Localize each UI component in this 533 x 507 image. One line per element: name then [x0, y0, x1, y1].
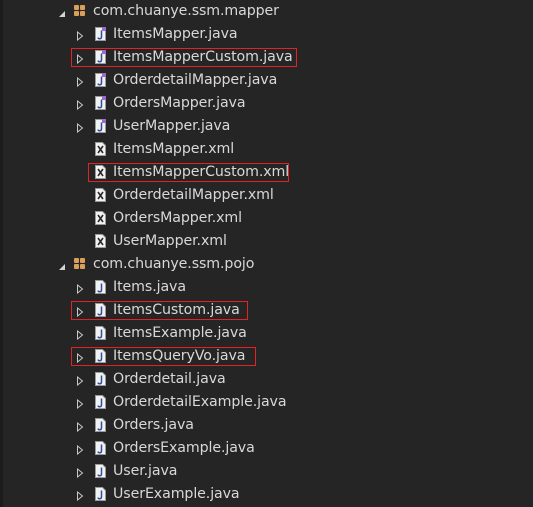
file-label: UserMapper.xml	[113, 233, 227, 249]
package-label: com.chuanye.ssm.pojo	[93, 256, 255, 272]
java-file-icon	[95, 349, 106, 363]
java-interface-file-icon	[95, 96, 106, 110]
file-row[interactable]: ItemsQueryVo.java	[3, 345, 533, 368]
file-label: Items.java	[113, 279, 186, 295]
file-label: Orderdetail.java	[113, 371, 226, 387]
file-label: ItemsQueryVo.java	[113, 348, 246, 364]
java-file-icon	[95, 372, 106, 386]
file-row[interactable]: Items.java	[3, 276, 533, 299]
java-file-icon	[95, 326, 106, 340]
file-label: OrdersMapper.java	[113, 95, 246, 111]
collapsed-arrow-icon[interactable]	[75, 29, 85, 42]
xml-file-icon	[95, 188, 106, 202]
java-interface-file-icon	[95, 119, 106, 133]
package-label: com.chuanye.ssm.mapper	[93, 3, 279, 19]
file-row[interactable]: OrderdetailMapper.xml	[3, 184, 533, 207]
xml-file-icon	[95, 234, 106, 248]
file-row[interactable]: UserExample.java	[3, 483, 533, 506]
collapsed-arrow-icon[interactable]	[75, 282, 85, 295]
java-file-icon	[95, 303, 106, 317]
file-label: Orders.java	[113, 417, 194, 433]
file-row[interactable]: OrderdetailExample.java	[3, 391, 533, 414]
file-row[interactable]: ItemsMapper.java	[3, 23, 533, 46]
file-row[interactable]: Orderdetail.java	[3, 368, 533, 391]
file-label: OrdersMapper.xml	[113, 210, 242, 226]
file-row[interactable]: ItemsMapper.xml	[3, 138, 533, 161]
file-row[interactable]: ItemsExample.java	[3, 322, 533, 345]
file-label: UserMapper.java	[113, 118, 231, 134]
collapsed-arrow-icon[interactable]	[75, 489, 85, 502]
java-file-icon	[95, 395, 106, 409]
file-row[interactable]: ItemsCustom.java	[3, 299, 533, 322]
java-file-icon	[95, 487, 106, 501]
package-row[interactable]: com.chuanye.ssm.pojo	[3, 253, 533, 276]
collapsed-arrow-icon[interactable]	[75, 328, 85, 341]
file-label: OrderdetailMapper.xml	[113, 187, 274, 203]
file-label: ItemsMapperCustom.xml	[113, 164, 290, 180]
collapsed-arrow-icon[interactable]	[75, 351, 85, 364]
collapsed-arrow-icon[interactable]	[75, 374, 85, 387]
file-row[interactable]: ItemsMapperCustom.xml	[3, 161, 533, 184]
file-row[interactable]: ItemsMapperCustom.java	[3, 46, 533, 69]
java-file-icon	[95, 464, 106, 478]
file-row[interactable]: OrdersMapper.xml	[3, 207, 533, 230]
file-label: ItemsMapperCustom.java	[113, 49, 293, 65]
collapsed-arrow-icon[interactable]	[75, 75, 85, 88]
file-label: OrderdetailExample.java	[113, 394, 287, 410]
collapsed-arrow-icon[interactable]	[75, 52, 85, 65]
xml-file-icon	[95, 142, 106, 156]
collapsed-arrow-icon[interactable]	[75, 98, 85, 111]
file-label: ItemsCustom.java	[113, 302, 240, 318]
collapsed-arrow-icon[interactable]	[75, 466, 85, 479]
collapsed-arrow-icon[interactable]	[75, 443, 85, 456]
package-icon	[74, 258, 86, 270]
file-label: ItemsMapper.xml	[113, 141, 235, 157]
file-row[interactable]: UserMapper.java	[3, 115, 533, 138]
collapsed-arrow-icon[interactable]	[75, 397, 85, 410]
project-explorer-tree: com.chuanye.ssm.mapper ItemsMapper.java It…	[0, 0, 533, 507]
xml-file-icon	[95, 165, 106, 179]
collapsed-arrow-icon[interactable]	[75, 305, 85, 318]
file-row[interactable]: OrderdetailMapper.java	[3, 69, 533, 92]
java-interface-file-icon	[95, 50, 106, 64]
java-file-icon	[95, 280, 106, 294]
file-row[interactable]: User.java	[3, 460, 533, 483]
java-file-icon	[95, 441, 106, 455]
package-row[interactable]: com.chuanye.ssm.mapper	[3, 0, 533, 23]
package-icon	[74, 5, 86, 17]
java-interface-file-icon	[95, 27, 106, 41]
file-label: OrdersExample.java	[113, 440, 255, 456]
file-label: UserExample.java	[113, 486, 240, 502]
java-file-icon	[95, 418, 106, 432]
file-label: ItemsExample.java	[113, 325, 247, 341]
file-label: User.java	[113, 463, 178, 479]
expanded-arrow-icon[interactable]	[57, 260, 67, 270]
file-label: OrderdetailMapper.java	[113, 72, 278, 88]
file-row[interactable]: OrdersExample.java	[3, 437, 533, 460]
file-row[interactable]: Orders.java	[3, 414, 533, 437]
collapsed-arrow-icon[interactable]	[75, 420, 85, 433]
file-label: ItemsMapper.java	[113, 26, 238, 42]
file-row[interactable]: OrdersMapper.java	[3, 92, 533, 115]
java-interface-file-icon	[95, 73, 106, 87]
collapsed-arrow-icon[interactable]	[75, 121, 85, 134]
expanded-arrow-icon[interactable]	[57, 7, 67, 17]
file-row[interactable]: UserMapper.xml	[3, 230, 533, 253]
xml-file-icon	[95, 211, 106, 225]
